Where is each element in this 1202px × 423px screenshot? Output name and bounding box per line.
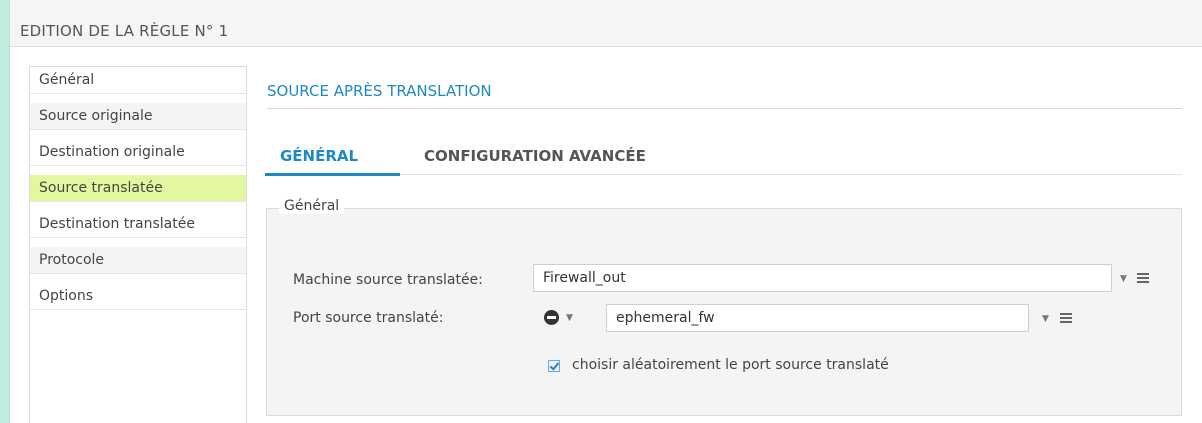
fieldset-legend: Général: [279, 198, 345, 214]
machine-source-field[interactable]: Firewall_out: [533, 264, 1112, 292]
sidebar: Général Source originale Destination ori…: [29, 66, 247, 423]
tab-configuration-avancee[interactable]: CONFIGURATION AVANCÉE: [424, 147, 646, 165]
caret-down-icon[interactable]: ▼: [1120, 274, 1127, 284]
tabs-divider: [267, 174, 1182, 175]
minus-circle-icon[interactable]: [544, 310, 559, 325]
dialog-header: EDITION DE LA RÈGLE N° 1: [10, 0, 1202, 47]
sidebar-item-options[interactable]: Options: [30, 283, 246, 310]
random-port-checkbox[interactable]: [548, 360, 560, 372]
section-divider: [267, 108, 1182, 109]
sidebar-item-destination-translatee[interactable]: Destination translatée: [30, 211, 246, 238]
sidebar-item-source-translatee[interactable]: Source translatée: [30, 175, 246, 202]
caret-down-icon[interactable]: ▼: [1042, 314, 1049, 324]
caret-down-icon[interactable]: ▼: [566, 313, 573, 323]
dialog-title: EDITION DE LA RÈGLE N° 1: [20, 22, 229, 40]
section-title: SOURCE APRÈS TRANSLATION: [267, 82, 492, 100]
port-source-value: ephemeral_fw: [616, 310, 715, 326]
list-icon[interactable]: [1137, 273, 1149, 283]
rule-editor-window: EDITION DE LA RÈGLE N° 1 Général Source …: [9, 0, 1202, 423]
port-source-label: Port source translaté:: [293, 310, 444, 326]
sidebar-item-source-originale[interactable]: Source originale: [30, 103, 246, 130]
sidebar-item-protocole[interactable]: Protocole: [30, 247, 246, 274]
sidebar-item-general[interactable]: Général: [30, 67, 246, 94]
random-port-label[interactable]: choisir aléatoirement le port source tra…: [572, 357, 889, 373]
sidebar-item-destination-originale[interactable]: Destination originale: [30, 139, 246, 166]
active-tab-indicator: [265, 173, 400, 176]
list-icon[interactable]: [1060, 313, 1072, 323]
machine-source-value: Firewall_out: [543, 270, 626, 286]
port-source-field[interactable]: ephemeral_fw: [606, 304, 1029, 332]
tab-general[interactable]: GÉNÉRAL: [280, 147, 358, 165]
machine-source-label: Machine source translatée:: [293, 272, 483, 288]
